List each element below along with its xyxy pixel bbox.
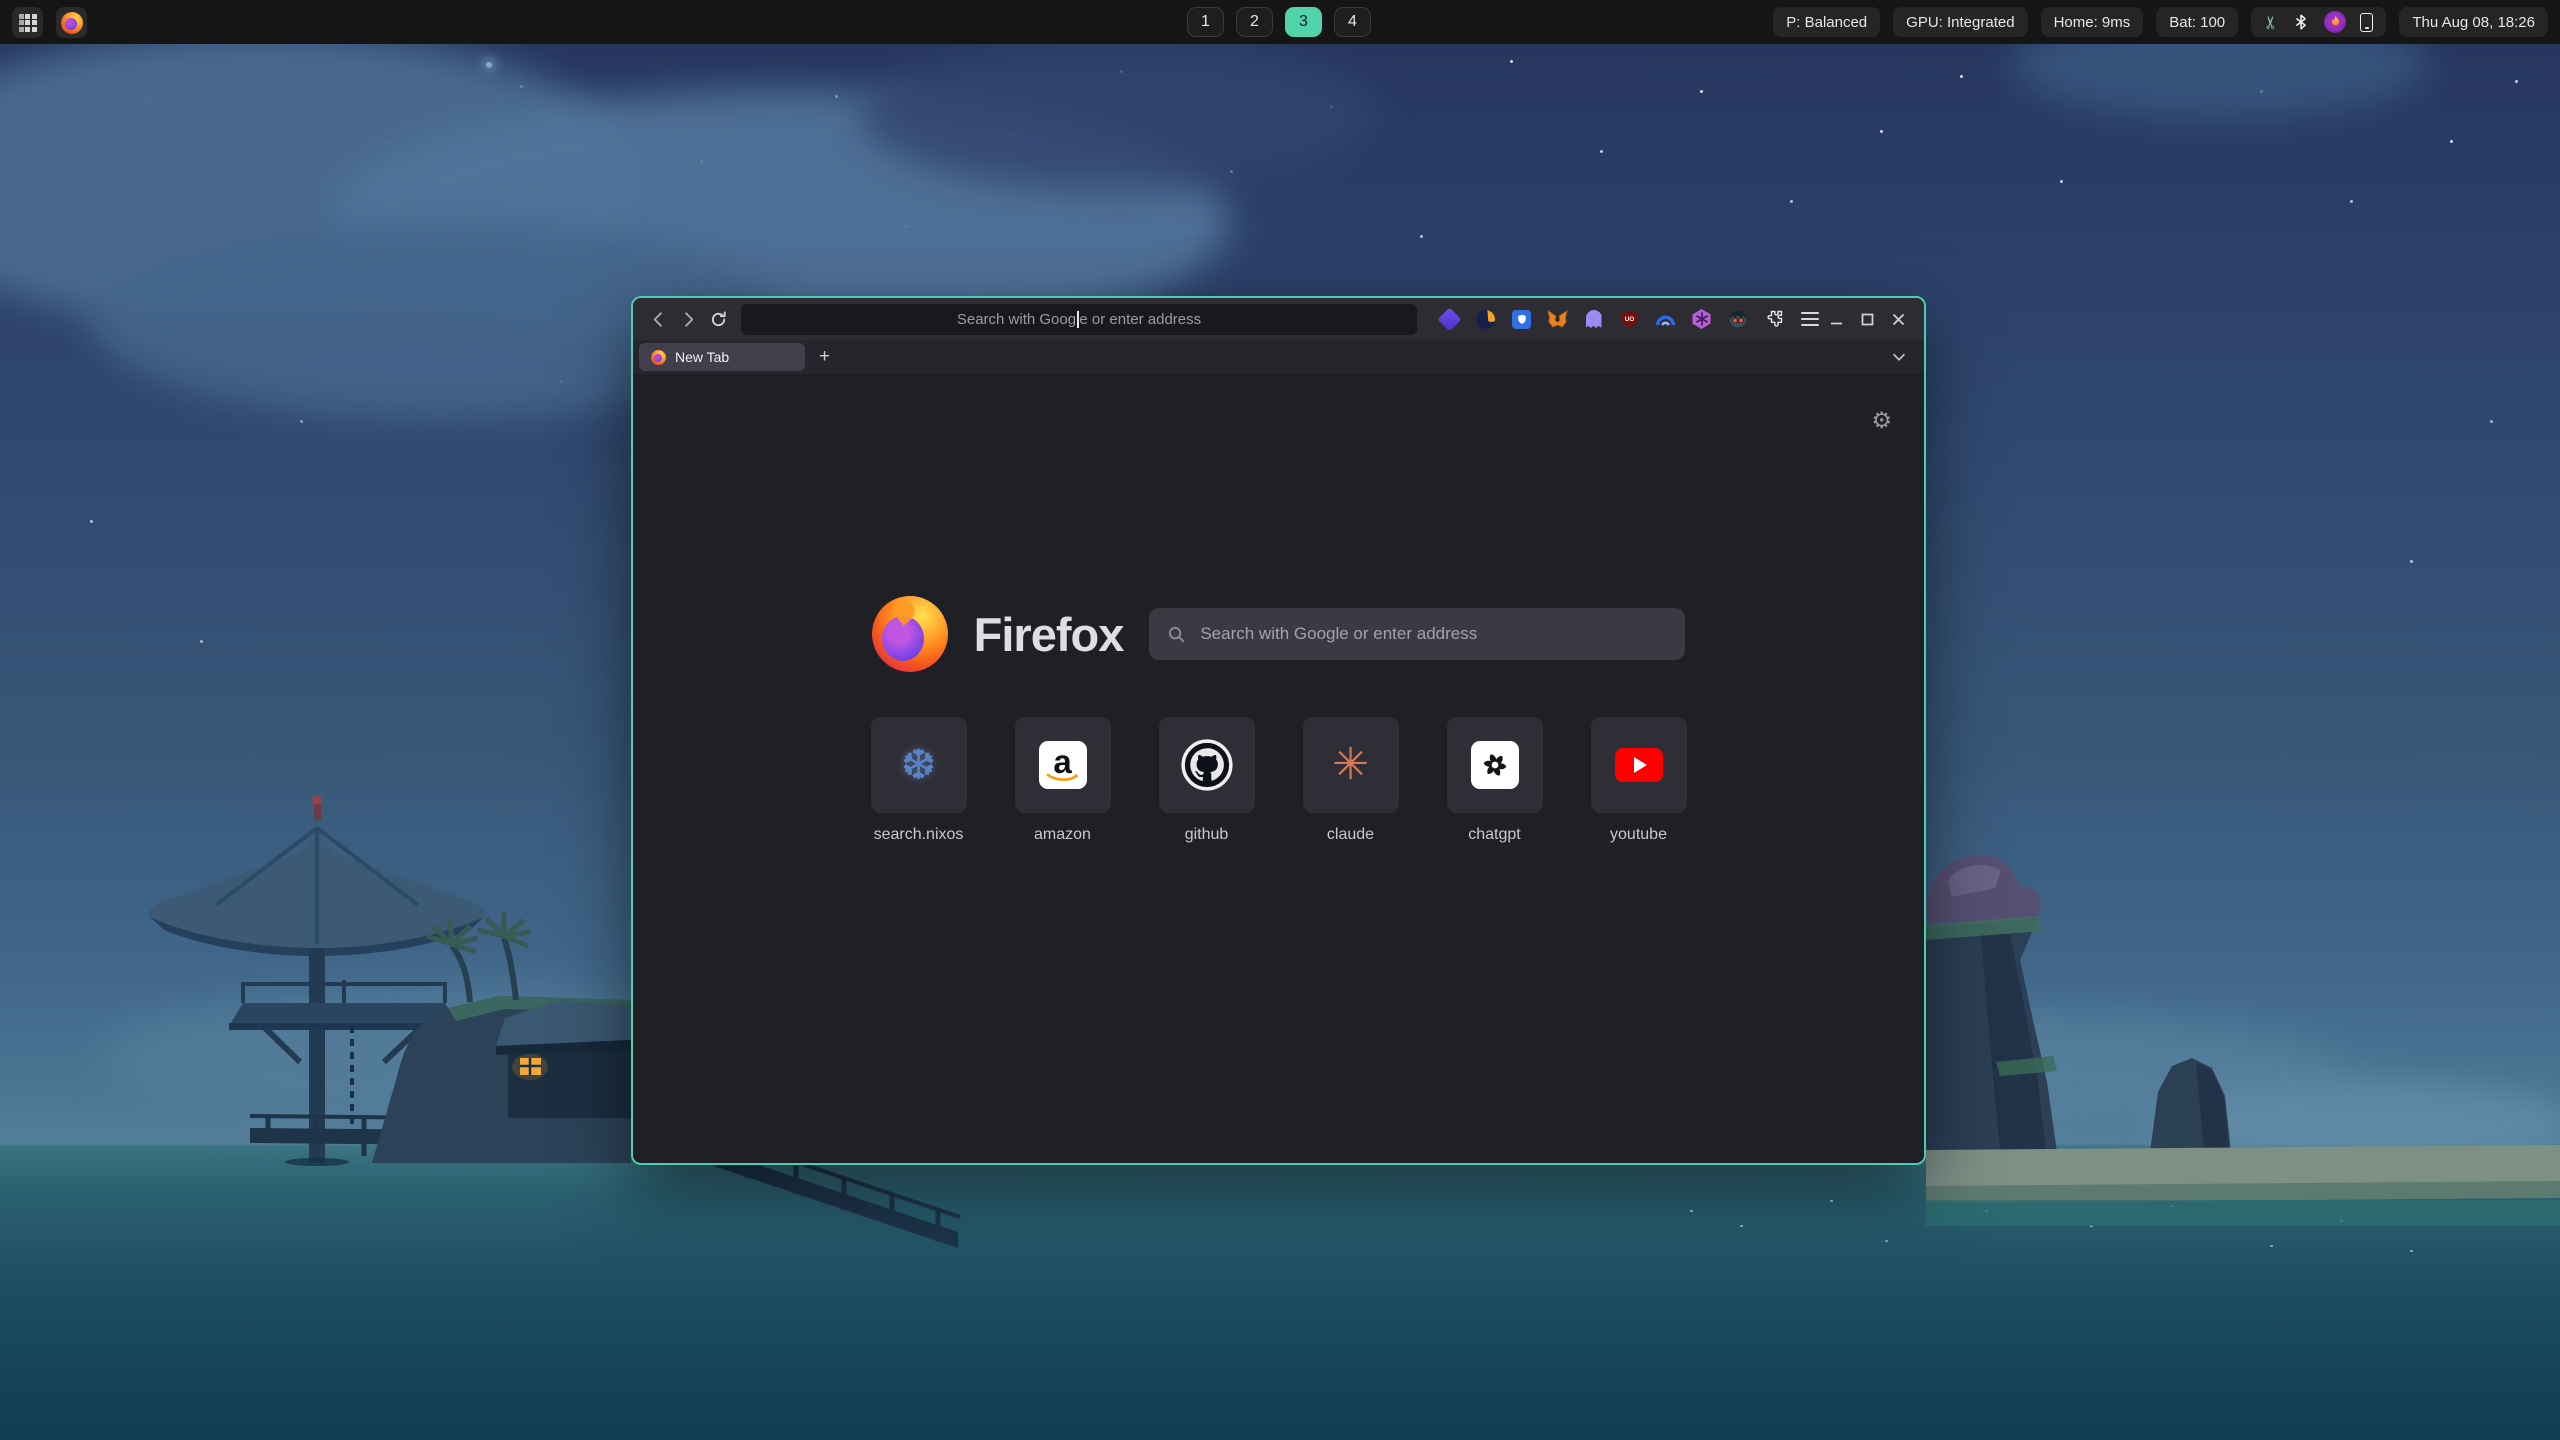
shortcut-label: youtube xyxy=(1610,826,1667,844)
open-new-tab-button[interactable]: + xyxy=(819,346,830,368)
newtab-search-placeholder: Search with Google or enter address xyxy=(1200,624,1477,644)
firefox-launcher-button[interactable] xyxy=(56,7,87,38)
shortcut-github[interactable]: github xyxy=(1159,717,1255,844)
latency-pill[interactable]: Home: 9ms xyxy=(2041,7,2144,37)
claude-starburst-icon: ✳ xyxy=(1332,743,1369,787)
tab-favicon-firefox xyxy=(651,350,666,365)
goggles-avatar-extension-icon[interactable] xyxy=(1727,309,1748,330)
workspace-switcher: 1 2 3 4 xyxy=(1187,7,1371,37)
tab-title: New Tab xyxy=(675,349,729,365)
personalize-gear-icon[interactable]: ⚙ xyxy=(1871,410,1892,433)
github-octocat-icon xyxy=(1181,739,1233,791)
maximize-button[interactable] xyxy=(1860,312,1875,327)
gpu-pill[interactable]: GPU: Integrated xyxy=(1893,7,2027,37)
reload-button[interactable] xyxy=(703,304,733,334)
firefox-wordmark: Firefox xyxy=(974,607,1124,662)
chatgpt-knot-icon xyxy=(1471,741,1519,789)
firefox-logo xyxy=(872,596,948,672)
newtab-hero: Firefox Search with Google or enter addr… xyxy=(633,596,1924,672)
url-bar[interactable]: Search with Google or enter address xyxy=(741,304,1417,335)
battery-pill[interactable]: Bat: 100 xyxy=(2156,7,2238,37)
tab-bar: New Tab + xyxy=(633,340,1924,374)
extensions-puzzle-icon[interactable] xyxy=(1763,309,1784,330)
tab-new-tab[interactable]: New Tab xyxy=(639,343,805,371)
workspace-2[interactable]: 2 xyxy=(1236,7,1273,37)
app-grid-icon xyxy=(19,14,37,32)
shortcut-label: claude xyxy=(1327,826,1374,844)
latency-label: Home: 9ms xyxy=(2054,14,2131,31)
extension-icons: UO xyxy=(1439,309,1820,330)
flame-glyph xyxy=(2329,15,2342,29)
back-button[interactable] xyxy=(643,304,673,334)
island-cliff xyxy=(1926,855,2560,1226)
nixos-snowflake-icon: ❆ xyxy=(901,744,936,786)
search-icon xyxy=(1167,625,1186,644)
gpu-label: GPU: Integrated xyxy=(1906,14,2014,31)
shortcut-search-nixos[interactable]: ❆ search.nixos xyxy=(871,717,967,844)
firefox-icon xyxy=(61,12,83,34)
bluetooth-icon[interactable] xyxy=(2292,12,2310,32)
screenshot-scissors-icon[interactable]: ✂ xyxy=(2263,15,2280,29)
battery-label: Bat: 100 xyxy=(2169,14,2225,31)
firefox-window: Search with Google or enter address UO xyxy=(631,296,1926,1165)
svg-text:UO: UO xyxy=(1625,316,1635,323)
desktop: 1 2 3 4 P: Balanced GPU: Integrated Home… xyxy=(0,0,2560,1440)
app-launcher-button[interactable] xyxy=(12,7,43,38)
amazon-icon: a xyxy=(1039,741,1087,789)
workspace-3-active[interactable]: 3 xyxy=(1285,7,1322,37)
power-profile-label: P: Balanced xyxy=(1786,14,1867,31)
shortcut-label: amazon xyxy=(1034,826,1091,844)
app-menu-hamburger-icon[interactable] xyxy=(1799,309,1820,330)
shortcut-amazon[interactable]: a amazon xyxy=(1015,717,1111,844)
shortcut-claude[interactable]: ✳ claude xyxy=(1303,717,1399,844)
flame-tray-icon[interactable] xyxy=(2324,11,2346,33)
workspace-1[interactable]: 1 xyxy=(1187,7,1224,37)
bitwarden-extension-icon[interactable] xyxy=(1511,309,1532,330)
shortcut-label: search.nixos xyxy=(874,826,964,844)
shortcut-label: github xyxy=(1185,826,1229,844)
new-tab-page: ⚙ Firefox Search with Google or enter ad… xyxy=(633,374,1924,1162)
workspace-4[interactable]: 4 xyxy=(1334,7,1371,37)
newtab-search-input[interactable]: Search with Google or enter address xyxy=(1149,608,1685,660)
shortcut-tiles: ❆ search.nixos a amazon xyxy=(633,717,1924,844)
text-caret xyxy=(1077,311,1079,328)
window-controls xyxy=(1829,312,1914,327)
minimize-button[interactable] xyxy=(1829,312,1844,327)
shortcut-chatgpt[interactable]: chatgpt xyxy=(1447,717,1543,844)
ublock-origin-extension-icon[interactable]: UO xyxy=(1619,309,1640,330)
navigation-toolbar: Search with Google or enter address UO xyxy=(633,298,1924,340)
clock-label: Thu Aug 08, 18:26 xyxy=(2412,14,2535,31)
youtube-play-icon xyxy=(1615,748,1663,782)
obsidian-clipper-extension-icon[interactable] xyxy=(1439,309,1460,330)
orange-crescent-extension-icon[interactable] xyxy=(1475,309,1496,330)
hexagon-snowflake-extension-icon[interactable] xyxy=(1691,309,1712,330)
list-all-tabs-chevron[interactable] xyxy=(1890,348,1908,371)
shortcut-youtube[interactable]: youtube xyxy=(1591,717,1687,844)
clock-pill[interactable]: Thu Aug 08, 18:26 xyxy=(2399,7,2548,37)
phone-device-icon[interactable] xyxy=(2360,13,2373,32)
system-tray: ✂ xyxy=(2251,7,2386,37)
url-placeholder: Search with Google or enter address xyxy=(957,311,1201,328)
power-profile-pill[interactable]: P: Balanced xyxy=(1773,7,1880,37)
forward-button[interactable] xyxy=(673,304,703,334)
metamask-extension-icon[interactable] xyxy=(1547,309,1568,330)
nordvpn-extension-icon[interactable] xyxy=(1655,309,1676,330)
shortcut-label: chatgpt xyxy=(1468,826,1520,844)
desktop-status-bar: 1 2 3 4 P: Balanced GPU: Integrated Home… xyxy=(0,0,2560,44)
close-button[interactable] xyxy=(1891,312,1906,327)
ghostery-extension-icon[interactable] xyxy=(1583,309,1604,330)
